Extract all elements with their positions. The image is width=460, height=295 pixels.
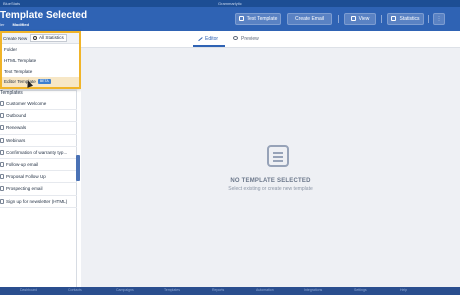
- create-new-button[interactable]: Create New: [3, 36, 27, 41]
- list-item[interactable]: Customer Welcome: [0, 98, 77, 111]
- app-topbar: BlueStats Grammarlytic: [0, 0, 460, 7]
- taskbar-item[interactable]: Help: [400, 288, 407, 292]
- create-email-label: Create Email: [295, 16, 324, 22]
- header-divider: [338, 15, 339, 23]
- empty-state-title: NO TEMPLATE SELECTED: [230, 178, 311, 184]
- template-icon: [0, 161, 4, 167]
- template-name: Customer Welcome: [6, 101, 47, 106]
- more-icon: ⋮: [436, 16, 442, 22]
- list-item[interactable]: Webinars: [0, 135, 77, 147]
- main-panel: Editor Preview NO TEMPLATE SELECTED Sele…: [81, 31, 460, 287]
- page-header: Template Selected ler Modified Test Templ…: [0, 7, 460, 31]
- editor-tabs: Editor Preview: [81, 31, 460, 48]
- header-divider: [381, 15, 382, 23]
- active-tab-indicator: [193, 45, 225, 47]
- menu-item-folder[interactable]: Folder: [2, 45, 79, 55]
- taskbar-item[interactable]: Campaigns: [116, 288, 134, 292]
- all-statistics-label: All Statistics: [39, 35, 64, 40]
- list-item[interactable]: Prospecting email: [0, 183, 77, 196]
- page-title: Template Selected: [0, 10, 88, 21]
- create-new-dropdown: Create New All Statistics Folder HTML Te…: [0, 31, 81, 89]
- header-divider: [428, 15, 429, 23]
- menu-item-html-template[interactable]: HTML Template: [2, 56, 79, 66]
- template-icon: [0, 149, 4, 155]
- more-menu-button[interactable]: ⋮: [433, 13, 445, 25]
- template-name: Webinars: [6, 137, 26, 143]
- template-name: Prospecting email: [6, 186, 43, 192]
- list-item[interactable]: Outbound: [0, 110, 77, 123]
- page-subtitle: ler Modified: [0, 22, 29, 27]
- subtitle-owner: ler: [0, 22, 5, 27]
- view-label: View: [358, 16, 370, 22]
- taskbar-item[interactable]: Templates: [164, 288, 180, 292]
- test-template-label: Test Template: [246, 16, 278, 22]
- taskbar-item[interactable]: Automation: [256, 288, 274, 292]
- taskbar-item[interactable]: Contacts: [68, 288, 82, 292]
- list-item[interactable]: Confirmation of warranty typ...: [0, 147, 77, 159]
- list-item[interactable]: Sign up for newsletter (HTML): [0, 196, 77, 208]
- tab-preview-label: Preview: [241, 36, 259, 42]
- templates-heading: Templates: [0, 90, 23, 96]
- dropdown-header: Create New All Statistics: [2, 33, 79, 44]
- list-item[interactable]: Renewals: [0, 122, 77, 135]
- taskbar-item[interactable]: Reports: [212, 288, 224, 292]
- tab-editor[interactable]: Editor: [196, 34, 219, 42]
- monitor-icon: [238, 16, 244, 21]
- status-badge: Modified: [12, 22, 29, 27]
- list-item[interactable]: Proposal Follow Up: [0, 171, 77, 184]
- template-name: Renewals: [6, 125, 27, 131]
- empty-state-subtitle: Select existing or create new template: [228, 186, 313, 192]
- search-icon: [33, 36, 37, 40]
- view-icon: [350, 16, 356, 21]
- menu-item-editor-template[interactable]: Editor Template BETA: [2, 77, 79, 87]
- taskbar: Dashboard Contacts Campaigns Templates R…: [0, 287, 460, 295]
- window-title: Grammarlytic: [218, 1, 242, 6]
- statistics-label: Statistics: [399, 16, 420, 22]
- test-template-button[interactable]: Test Template: [235, 13, 281, 25]
- template-icon: [0, 125, 4, 131]
- view-button[interactable]: View: [344, 13, 376, 25]
- template-name: Follow-up email: [6, 161, 39, 167]
- all-statistics-button[interactable]: All Statistics: [30, 34, 67, 42]
- sidebar-resize-handle[interactable]: [76, 155, 80, 181]
- template-icon: [0, 198, 4, 204]
- create-email-button[interactable]: Create Email: [287, 13, 332, 25]
- template-name: Sign up for newsletter (HTML): [6, 198, 68, 204]
- template-icon: [0, 174, 4, 180]
- pencil-icon: [196, 34, 203, 42]
- app-logo: BlueStats: [3, 1, 21, 6]
- document-icon: [267, 145, 289, 167]
- template-icon: [0, 113, 4, 119]
- taskbar-item[interactable]: Settings: [354, 288, 367, 292]
- tab-preview[interactable]: Preview: [233, 36, 259, 42]
- eye-icon: [233, 36, 238, 40]
- templates-list: Customer Welcome Outbound Renewals Webin…: [0, 98, 77, 208]
- template-name: Outbound: [6, 113, 27, 119]
- template-icon: [0, 101, 4, 106]
- template-icon: [0, 186, 4, 192]
- template-name: Confirmation of warranty typ...: [6, 149, 68, 155]
- taskbar-item[interactable]: Dashboard: [20, 288, 37, 292]
- template-icon: [0, 137, 4, 143]
- beta-badge: BETA: [37, 79, 51, 84]
- menu-item-text-template[interactable]: Text Template: [2, 67, 79, 77]
- chart-icon: [391, 16, 397, 21]
- statistics-button[interactable]: Statistics: [387, 13, 424, 25]
- list-item[interactable]: Follow-up email: [0, 159, 77, 172]
- taskbar-item[interactable]: Integrations: [304, 288, 322, 292]
- tab-editor-label: Editor: [205, 36, 219, 42]
- template-name: Proposal Follow Up: [6, 174, 46, 180]
